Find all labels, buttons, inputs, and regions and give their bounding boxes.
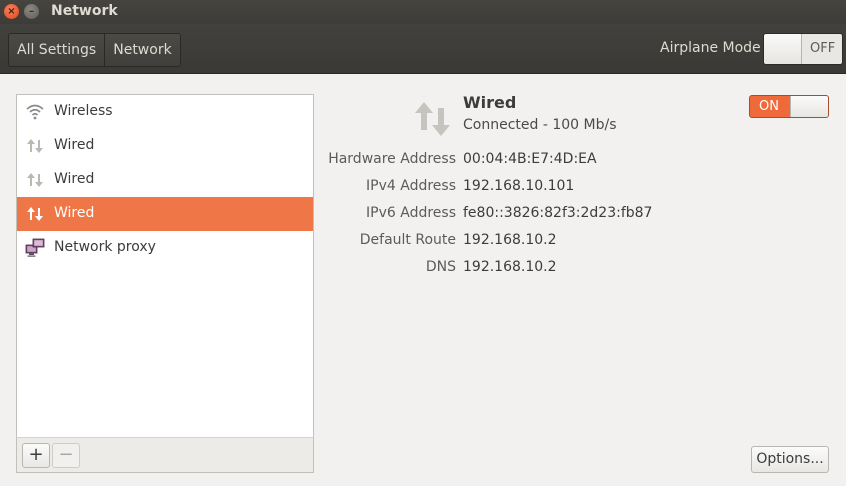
property-row-hardware-address: Hardware Address 00:04:4B:E7:4D:EA	[320, 151, 820, 171]
wired-arrows-icon	[27, 207, 43, 221]
property-value: 192.168.10.101	[463, 178, 575, 194]
airplane-mode-switch-knob[interactable]	[764, 34, 802, 64]
property-row-dns: DNS 192.168.10.2	[320, 259, 820, 279]
breadcrumb-all-settings[interactable]: All Settings	[9, 34, 105, 66]
property-row-ipv6-address: IPv6 Address fe80::3826:82f3:2d23:fb87	[320, 205, 820, 225]
airplane-mode-state: OFF	[810, 41, 836, 56]
property-label: IPv4 Address	[366, 178, 456, 194]
header-bar: All Settings Network Airplane Mode OFF	[0, 24, 846, 74]
property-label: Default Route	[359, 232, 456, 248]
property-value: 00:04:4B:E7:4D:EA	[463, 151, 597, 167]
sidebar-item-wired-2[interactable]: Wired	[17, 163, 313, 197]
property-label: DNS	[425, 259, 456, 275]
sidebar-item-label: Network proxy	[54, 239, 156, 255]
breadcrumb: All Settings Network	[8, 33, 181, 67]
device-name: Wired	[463, 93, 517, 112]
sidebar-item-label: Wired	[54, 171, 95, 187]
network-proxy-icon	[25, 238, 45, 257]
window-titlebar: × – Network	[0, 0, 846, 24]
sidebar-item-network-proxy[interactable]: Network proxy	[17, 231, 313, 265]
device-power-state: ON	[759, 99, 779, 114]
window-minimize-button[interactable]: –	[24, 4, 39, 19]
property-row-default-route: Default Route 192.168.10.2	[320, 232, 820, 252]
wired-arrows-icon	[415, 102, 450, 136]
sidebar-item-wired-1[interactable]: Wired	[17, 129, 313, 163]
airplane-mode-label: Airplane Mode	[660, 40, 761, 56]
device-power-switch-knob[interactable]	[790, 96, 828, 117]
device-list-toolbar: + −	[16, 437, 314, 473]
sidebar-item-label: Wired	[54, 205, 95, 221]
property-value: 192.168.10.2	[463, 232, 557, 248]
breadcrumb-network[interactable]: Network	[104, 34, 180, 66]
sidebar-item-wired-3[interactable]: Wired	[17, 197, 313, 231]
property-value: fe80::3826:82f3:2d23:fb87	[463, 205, 653, 221]
wifi-icon	[26, 104, 44, 120]
property-row-ipv4-address: IPv4 Address 192.168.10.101	[320, 178, 820, 198]
wired-arrows-icon	[27, 173, 43, 187]
sidebar-item-label: Wired	[54, 137, 95, 153]
property-label: IPv6 Address	[366, 205, 456, 221]
window-close-button[interactable]: ×	[4, 4, 19, 19]
sidebar-item-wireless[interactable]: Wireless	[17, 95, 313, 129]
remove-connection-button[interactable]: −	[52, 443, 80, 468]
sidebar-item-label: Wireless	[54, 103, 113, 119]
airplane-mode-switch[interactable]: OFF	[763, 33, 843, 65]
add-connection-button[interactable]: +	[22, 443, 50, 468]
options-button[interactable]: Options...	[751, 446, 829, 473]
device-power-switch[interactable]: ON	[749, 95, 829, 118]
property-label: Hardware Address	[328, 151, 456, 167]
device-list: Wireless Wired Wired Wired Network proxy	[16, 94, 314, 438]
device-status: Connected - 100 Mb/s	[463, 117, 617, 133]
property-value: 192.168.10.2	[463, 259, 557, 275]
window-title: Network	[51, 3, 118, 19]
wired-arrows-icon	[27, 139, 43, 153]
